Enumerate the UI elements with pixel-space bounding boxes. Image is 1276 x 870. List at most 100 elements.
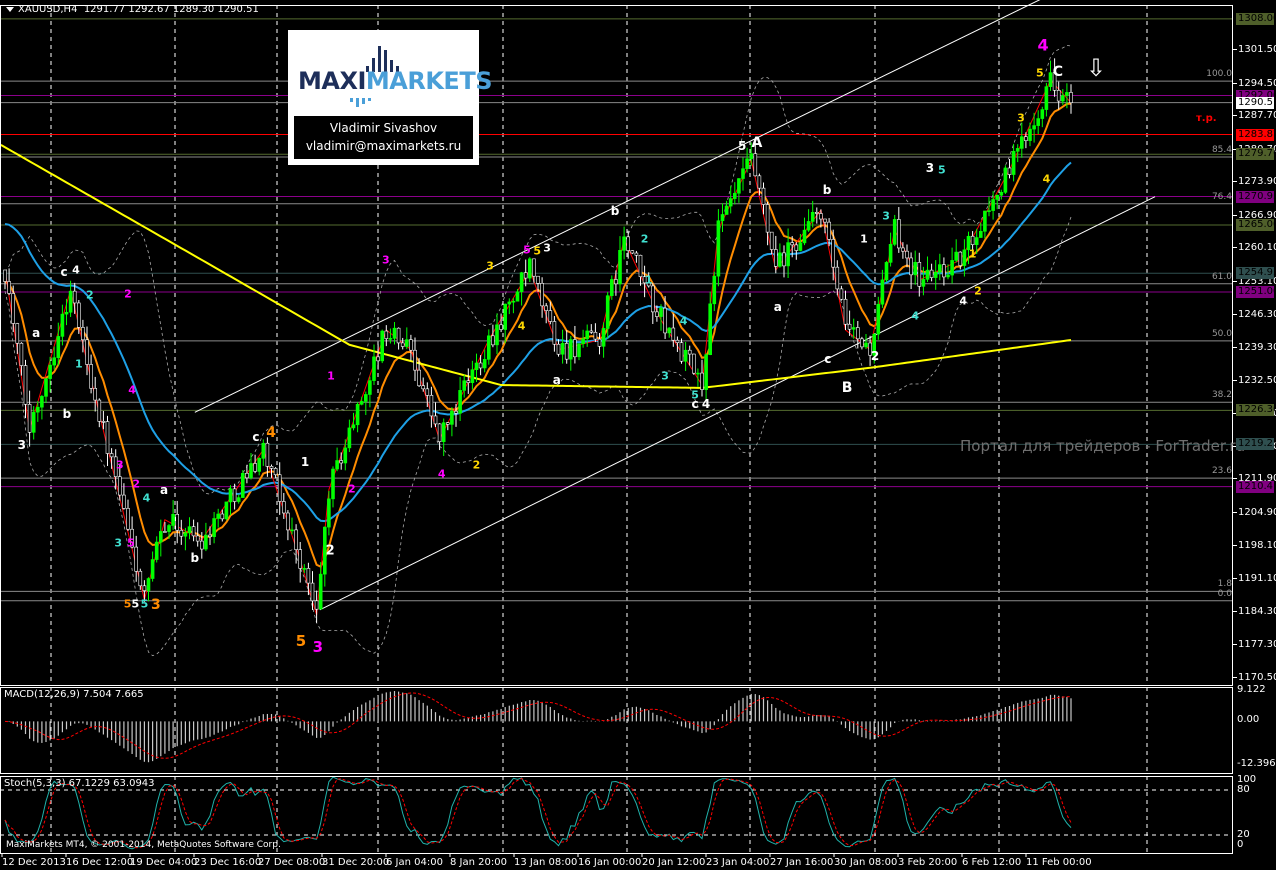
wave-label: 3 bbox=[543, 241, 551, 255]
price-axis-label: 1287.70 bbox=[1232, 110, 1276, 121]
down-arrow-icon: ⇩ bbox=[1086, 54, 1107, 82]
stoch-axis-0: 0 bbox=[1237, 839, 1244, 850]
wave-label: 3 bbox=[661, 369, 669, 383]
bear-candle bbox=[901, 247, 905, 252]
bear-candle bbox=[306, 568, 311, 584]
bull-candle bbox=[327, 498, 331, 528]
bear-candle bbox=[134, 546, 138, 572]
price-axis-label: 1239.30 bbox=[1232, 342, 1276, 353]
wave-label: c bbox=[824, 352, 832, 367]
maximarkets-logo: MAXIMARKETS Vladimir Sivashov vladimir@m… bbox=[288, 30, 492, 165]
bear-candle bbox=[122, 494, 126, 509]
bull-candle bbox=[228, 488, 233, 503]
bull-candle bbox=[667, 327, 672, 334]
wave-label: 1 bbox=[74, 357, 83, 371]
bear-candle bbox=[253, 463, 257, 472]
bull-candle bbox=[470, 369, 475, 383]
wave-label: 5 bbox=[131, 597, 140, 611]
wave-label: c bbox=[60, 264, 68, 279]
logo-brand: MAXIMARKETS bbox=[298, 67, 492, 95]
price-tag[interactable]: 1283.87 bbox=[1236, 128, 1276, 141]
bull-candle bbox=[257, 458, 262, 472]
price-tag[interactable]: 1210.41 bbox=[1236, 480, 1276, 493]
bull-candle bbox=[962, 249, 967, 266]
bull-candle bbox=[1011, 150, 1016, 175]
bear-candle bbox=[757, 175, 762, 189]
bear-candle bbox=[437, 423, 442, 443]
bear-candle bbox=[814, 212, 819, 214]
bull-candle bbox=[933, 271, 938, 278]
price-tag[interactable]: 1308.00 bbox=[1236, 12, 1276, 25]
dropdown-triangle-icon[interactable] bbox=[6, 6, 14, 12]
bear-candle bbox=[1007, 167, 1012, 175]
bear-candle bbox=[905, 250, 909, 259]
bear-candle bbox=[782, 252, 786, 267]
bear-candle bbox=[163, 531, 167, 533]
bull-candle bbox=[1003, 167, 1008, 193]
bull-candle bbox=[925, 269, 930, 280]
price-tag[interactable]: 1219.23 bbox=[1236, 438, 1276, 451]
bull-candle bbox=[368, 380, 372, 395]
price-tag[interactable]: 1265.00 bbox=[1236, 218, 1276, 231]
bear-candle bbox=[195, 535, 200, 542]
wave-label: 2 bbox=[124, 287, 132, 301]
bull-candle bbox=[216, 513, 220, 519]
bear-candle bbox=[286, 512, 290, 531]
bull-candle bbox=[1019, 136, 1024, 149]
bear-candle bbox=[536, 275, 540, 284]
bull-candle bbox=[224, 501, 229, 520]
bear-candle bbox=[827, 221, 831, 240]
bull-candle bbox=[511, 300, 516, 303]
bull-candle bbox=[318, 573, 323, 610]
macd-axis-zero: 0.00 bbox=[1237, 714, 1260, 725]
wave-label: 4 bbox=[266, 424, 276, 441]
price-tag[interactable]: 1279.76 bbox=[1236, 148, 1276, 161]
bear-candle bbox=[126, 508, 130, 530]
time-axis-label: 27 Jan 16:00 bbox=[770, 857, 834, 868]
bear-candle bbox=[118, 476, 122, 496]
bear-candle bbox=[523, 272, 528, 279]
bull-candle bbox=[335, 460, 339, 470]
price-tag[interactable]: 1270.93 bbox=[1236, 190, 1276, 203]
price-tag[interactable]: 1254.93 bbox=[1236, 267, 1276, 280]
wave-label: 3 bbox=[312, 637, 324, 656]
bull-candle bbox=[44, 378, 48, 397]
bear-candle bbox=[675, 339, 680, 343]
fib-level-label: 85.4 bbox=[1211, 145, 1232, 155]
bear-candle bbox=[929, 269, 934, 278]
author-box: Vladimir Sivashov vladimir@maximarkets.r… bbox=[294, 116, 473, 159]
time-axis-label: 11 Feb 00:00 bbox=[1026, 857, 1092, 868]
bear-candle bbox=[794, 244, 799, 251]
symbol-header[interactable]: XAUUSD,H4 1291.77 1292.67 1289.30 1290.5… bbox=[6, 4, 259, 15]
bear-candle bbox=[11, 293, 15, 324]
bull-candle bbox=[991, 199, 995, 211]
author-email[interactable]: vladimir@maximarkets.ru bbox=[294, 137, 473, 155]
bear-candle bbox=[1069, 92, 1073, 103]
wave-label: 4 bbox=[437, 467, 446, 481]
macd-axis-max: 9.122 bbox=[1237, 684, 1266, 695]
wave-label: 4 bbox=[959, 294, 967, 308]
moving-averages bbox=[0, 102, 1072, 568]
bear-candle bbox=[630, 250, 635, 254]
bear-candle bbox=[101, 421, 106, 423]
bear-candle bbox=[27, 404, 32, 433]
bull-candle bbox=[290, 529, 294, 532]
bear-candle bbox=[429, 395, 434, 417]
price-tag[interactable]: 1226.30 bbox=[1236, 404, 1276, 417]
bull-candle bbox=[68, 290, 73, 313]
bear-candle bbox=[175, 514, 179, 531]
zigzag bbox=[4, 79, 1072, 616]
price-tag[interactable]: 1251.00 bbox=[1236, 286, 1276, 299]
price-axis-label: 1294.50 bbox=[1232, 78, 1276, 89]
author-name: Vladimir Sivashov bbox=[329, 121, 438, 135]
bull-candle bbox=[950, 260, 954, 276]
bull-candle bbox=[159, 531, 163, 543]
time-axis-label: 30 Jan 08:00 bbox=[834, 857, 898, 868]
price-tag[interactable]: 1290.51 bbox=[1236, 96, 1276, 109]
fib-level-label: 61.0 bbox=[1211, 271, 1232, 282]
bull-candle bbox=[249, 463, 253, 479]
wave-label: b bbox=[62, 406, 72, 421]
bear-candle bbox=[245, 472, 249, 479]
price-axis-label: 1177.30 bbox=[1232, 639, 1276, 650]
bull-candle bbox=[749, 153, 754, 160]
